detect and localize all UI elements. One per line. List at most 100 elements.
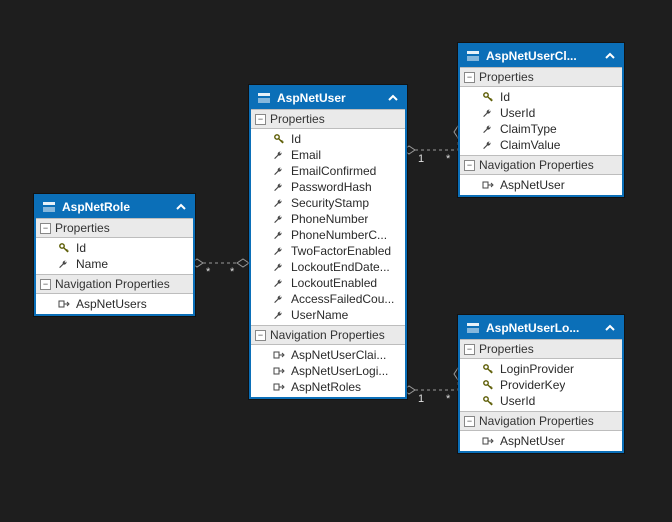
property-list: Id Name [36,238,193,274]
section-nav-properties: − Navigation Properties AspNetUsers [36,274,193,314]
section-header-nav[interactable]: − Navigation Properties [251,325,405,345]
svg-text:*: * [230,266,235,278]
section-header-nav[interactable]: − Navigation Properties [36,274,193,294]
chevron-up-icon[interactable] [387,92,399,104]
property-row[interactable]: ClaimType [460,121,622,137]
section-header-properties[interactable]: − Properties [251,109,405,129]
section-header-properties[interactable]: − Properties [460,67,622,87]
property-row[interactable]: UserId [460,393,622,409]
entity-header[interactable]: AspNetUserCl... [460,45,622,67]
nav-prop-icon [273,365,285,377]
key-icon [482,395,494,407]
nav-prop-icon [273,381,285,393]
property-name: UserId [500,106,535,120]
nav-property-list: AspNetUsers [36,294,193,314]
wrench-icon [482,139,494,151]
property-row[interactable]: AccessFailedCou... [251,291,405,307]
property-row[interactable]: UserId [460,105,622,121]
chevron-up-icon[interactable] [175,201,187,213]
property-row[interactable]: PhoneNumber [251,211,405,227]
property-name: PhoneNumber [291,212,368,226]
collapse-icon[interactable]: − [464,160,475,171]
property-row[interactable]: PhoneNumberC... [251,227,405,243]
property-row[interactable]: Name [36,256,193,272]
chevron-up-icon[interactable] [604,50,616,62]
entity-header[interactable]: AspNetRole [36,196,193,218]
property-row[interactable]: EmailConfirmed [251,163,405,179]
entity-title: AspNetUser [277,91,381,105]
property-name: Id [76,241,86,255]
svg-text:1: 1 [418,153,424,165]
property-list: IdUserId ClaimType ClaimValue [460,87,622,155]
property-list: LoginProviderProviderKeyUserId [460,359,622,411]
entity-icon [42,200,56,214]
wrench-icon [273,181,285,193]
nav-prop-icon [58,298,70,310]
property-name: AspNetUserLogi... [291,364,388,378]
property-name: PasswordHash [291,180,372,194]
property-name: ClaimType [500,122,557,136]
key-icon [273,133,285,145]
wrench-icon [273,229,285,241]
property-row[interactable]: TwoFactorEnabled [251,243,405,259]
svg-text:*: * [206,266,211,278]
property-row[interactable]: SecurityStamp [251,195,405,211]
collapse-icon[interactable]: − [40,223,51,234]
collapse-icon[interactable]: − [255,330,266,341]
property-name: UserName [291,308,348,322]
collapse-icon[interactable]: − [464,344,475,355]
nav-property-row[interactable]: AspNetUserLogi... [251,363,405,379]
property-row[interactable]: ClaimValue [460,137,622,153]
svg-text:*: * [446,393,451,405]
nav-prop-icon [482,435,494,447]
section-header-properties[interactable]: − Properties [460,339,622,359]
connector-user-claims: 1 * [403,126,462,165]
property-name: Name [76,257,108,271]
property-row[interactable]: Id [251,131,405,147]
property-row[interactable]: UserName [251,307,405,323]
nav-property-list: AspNetUser [460,175,622,195]
property-name: LockoutEnabled [291,276,377,290]
property-row[interactable]: LoginProvider [460,361,622,377]
property-row[interactable]: Email [251,147,405,163]
section-header-nav[interactable]: − Navigation Properties [460,155,622,175]
property-row[interactable]: PasswordHash [251,179,405,195]
nav-property-row[interactable]: AspNetUsers [36,296,193,312]
collapse-icon[interactable]: − [464,416,475,427]
section-header-nav[interactable]: − Navigation Properties [460,411,622,431]
chevron-up-icon[interactable] [604,322,616,334]
entity-header[interactable]: AspNetUser [251,87,405,109]
property-row[interactable]: LockoutEndDate... [251,259,405,275]
entity-aspnetrole[interactable]: AspNetRole − Properties Id Name − Navigat… [34,194,195,316]
nav-property-row[interactable]: AspNetUser [460,433,622,449]
nav-property-row[interactable]: AspNetUserClai... [251,347,405,363]
property-row[interactable]: ProviderKey [460,377,622,393]
property-row[interactable]: Id [36,240,193,256]
wrench-icon [273,261,285,273]
property-name: ClaimValue [500,138,560,152]
property-row[interactable]: LockoutEnabled [251,275,405,291]
wrench-icon [482,123,494,135]
collapse-icon[interactable]: − [464,72,475,83]
section-properties: − Properties IdUserId ClaimType ClaimValue [460,67,622,155]
nav-property-row[interactable]: AspNetUser [460,177,622,193]
collapse-icon[interactable]: − [40,279,51,290]
wrench-icon [273,309,285,321]
section-header-properties[interactable]: − Properties [36,218,193,238]
entity-aspnetuserlogins[interactable]: AspNetUserLo... − Properties LoginProvid… [458,315,624,453]
entity-aspnetuserclaims[interactable]: AspNetUserCl... − Properties IdUserId Cla… [458,43,624,197]
entity-icon [466,49,480,63]
collapse-icon[interactable]: − [255,114,266,125]
entity-aspnetuser[interactable]: AspNetUser − Properties IdEmailEmailConf… [249,85,407,399]
nav-property-row[interactable]: AspNetRoles [251,379,405,395]
property-name: AspNetUsers [76,297,147,311]
entity-icon [466,321,480,335]
property-row[interactable]: Id [460,89,622,105]
section-properties: − Properties IdEmailEmailConfirmedPasswo… [251,109,405,325]
nav-property-list: AspNetUserClai...AspNetUserLogi...AspNet… [251,345,405,397]
wrench-icon [273,277,285,289]
entity-header[interactable]: AspNetUserLo... [460,317,622,339]
er-diagram-canvas: * * 1 * 1 * AspNetRole − Properties Id Na… [0,0,672,522]
wrench-icon [273,293,285,305]
section-nav-properties: − Navigation Properties AspNetUserClai..… [251,325,405,397]
